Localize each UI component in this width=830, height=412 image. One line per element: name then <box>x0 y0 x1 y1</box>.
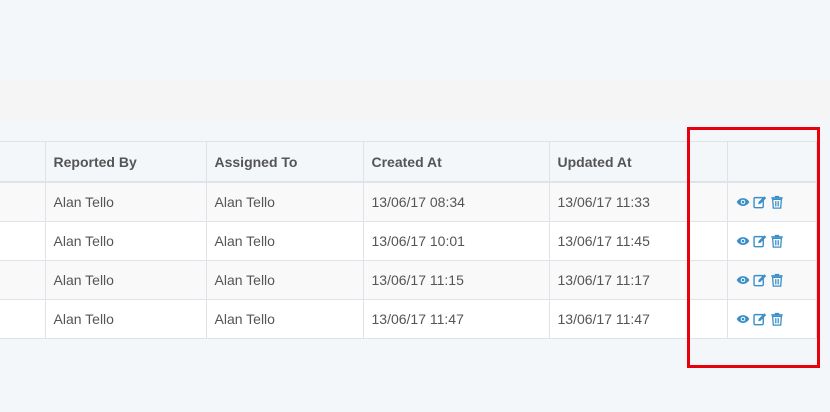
trash-icon[interactable] <box>770 312 784 326</box>
issues-table: Reported By Assigned To Created At Updat… <box>0 141 817 339</box>
table-row: Alan Tello Alan Tello 13/06/17 08:34 13/… <box>0 181 817 222</box>
cell-actions <box>726 221 817 261</box>
column-header-reported-by[interactable]: Reported By <box>44 141 207 183</box>
table-row: Alan Tello Alan Tello 13/06/17 11:47 13/… <box>0 299 817 339</box>
cell-actions <box>726 299 817 339</box>
table-cell-truncated <box>0 181 46 222</box>
cell-actions <box>726 260 817 300</box>
cell-reported-by: Alan Tello <box>44 299 207 339</box>
eye-icon[interactable] <box>736 234 750 248</box>
row-actions <box>736 312 808 326</box>
column-header-truncated <box>0 141 46 183</box>
row-actions <box>736 234 808 248</box>
edit-icon[interactable] <box>752 234 767 248</box>
eye-icon[interactable] <box>736 273 750 287</box>
cell-updated-at: 13/06/17 11:17 <box>548 260 728 300</box>
cell-created-at: 13/06/17 11:47 <box>362 299 550 339</box>
trash-icon[interactable] <box>770 195 784 209</box>
cell-updated-at: 13/06/17 11:45 <box>548 221 728 261</box>
eye-icon[interactable] <box>736 312 750 326</box>
cell-reported-by: Alan Tello <box>44 260 207 300</box>
cell-reported-by: Alan Tello <box>44 181 207 222</box>
edit-icon[interactable] <box>752 195 767 209</box>
cell-assigned-to: Alan Tello <box>205 299 364 339</box>
toolbar-band <box>0 81 830 120</box>
trash-icon[interactable] <box>770 273 784 287</box>
cell-actions <box>726 181 817 222</box>
column-header-assigned-to[interactable]: Assigned To <box>205 141 364 183</box>
column-header-actions <box>726 141 817 183</box>
table-cell-truncated <box>0 221 46 261</box>
issues-table-container: Reported By Assigned To Created At Updat… <box>0 141 830 339</box>
cell-created-at: 13/06/17 08:34 <box>362 181 550 222</box>
cell-created-at: 13/06/17 10:01 <box>362 221 550 261</box>
cell-assigned-to: Alan Tello <box>205 181 364 222</box>
column-header-created-at[interactable]: Created At <box>362 141 550 183</box>
cell-assigned-to: Alan Tello <box>205 260 364 300</box>
table-row: Alan Tello Alan Tello 13/06/17 11:15 13/… <box>0 260 817 300</box>
cell-reported-by: Alan Tello <box>44 221 207 261</box>
cell-assigned-to: Alan Tello <box>205 221 364 261</box>
cell-updated-at: 13/06/17 11:33 <box>548 181 728 222</box>
row-actions <box>736 273 808 287</box>
page-header-area <box>0 0 830 81</box>
eye-icon[interactable] <box>736 195 750 209</box>
table-header-row: Reported By Assigned To Created At Updat… <box>0 141 817 183</box>
table-cell-truncated <box>0 260 46 300</box>
edit-icon[interactable] <box>752 273 767 287</box>
cell-updated-at: 13/06/17 11:47 <box>548 299 728 339</box>
table-row: Alan Tello Alan Tello 13/06/17 10:01 13/… <box>0 221 817 261</box>
cell-created-at: 13/06/17 11:15 <box>362 260 550 300</box>
row-actions <box>736 195 808 209</box>
column-header-updated-at[interactable]: Updated At <box>548 141 728 183</box>
edit-icon[interactable] <box>752 312 767 326</box>
trash-icon[interactable] <box>770 234 784 248</box>
table-cell-truncated <box>0 299 46 339</box>
